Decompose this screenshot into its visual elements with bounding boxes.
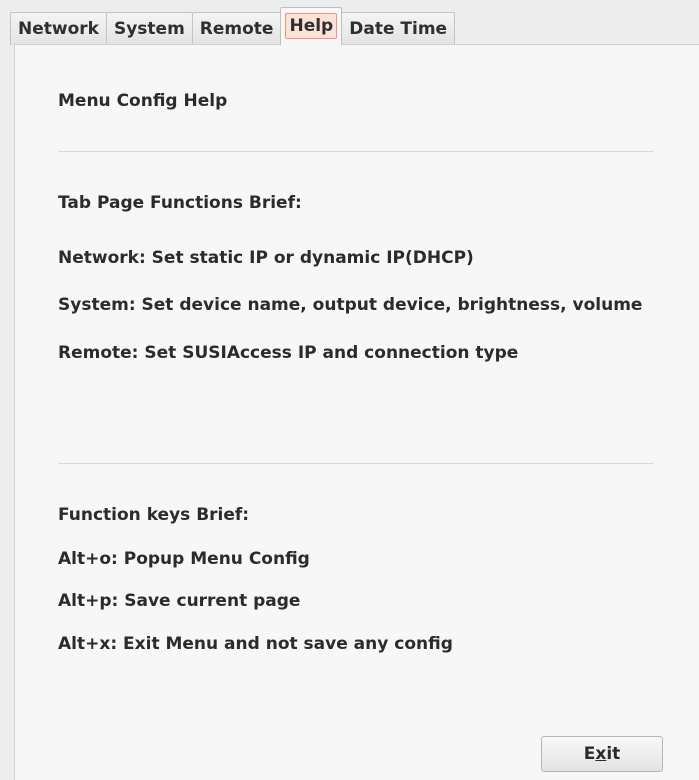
tab-date-time[interactable]: Date Time — [341, 12, 456, 45]
help-title: Menu Config Help — [58, 91, 228, 111]
shortcut-alt-o: Alt+o: Popup Menu Config — [58, 549, 310, 569]
tab-network[interactable]: Network — [10, 12, 107, 45]
exit-button[interactable]: Exit — [541, 736, 663, 772]
function-keys-heading: Function keys Brief: — [58, 505, 250, 525]
shortcut-alt-x: Alt+x: Exit Menu and not save any config — [58, 634, 453, 654]
tab-functions-heading: Tab Page Functions Brief: — [58, 193, 302, 213]
tab-help-label: Help — [285, 13, 338, 39]
exit-label-end: it — [606, 744, 621, 764]
menu-config-window: Network System Remote Help Date Time Men… — [0, 0, 699, 780]
tab-remote[interactable]: Remote — [191, 12, 282, 45]
help-tab-panel: Menu Config Help Tab Page Functions Brie… — [14, 44, 699, 780]
tab-system[interactable]: System — [105, 12, 193, 45]
remote-description: Remote: Set SUSIAccess IP and connection… — [58, 343, 519, 363]
tab-help[interactable]: Help — [280, 7, 343, 45]
separator-top — [58, 151, 654, 152]
separator-bottom — [58, 463, 654, 464]
system-description: System: Set device name, output device, … — [58, 295, 643, 315]
tab-bar: Network System Remote Help Date Time — [10, 7, 456, 45]
exit-label-mnemonic: x — [595, 744, 607, 764]
shortcut-alt-p: Alt+p: Save current page — [58, 591, 301, 611]
network-description: Network: Set static IP or dynamic IP(DHC… — [58, 248, 474, 268]
exit-label-start: E — [583, 744, 596, 764]
